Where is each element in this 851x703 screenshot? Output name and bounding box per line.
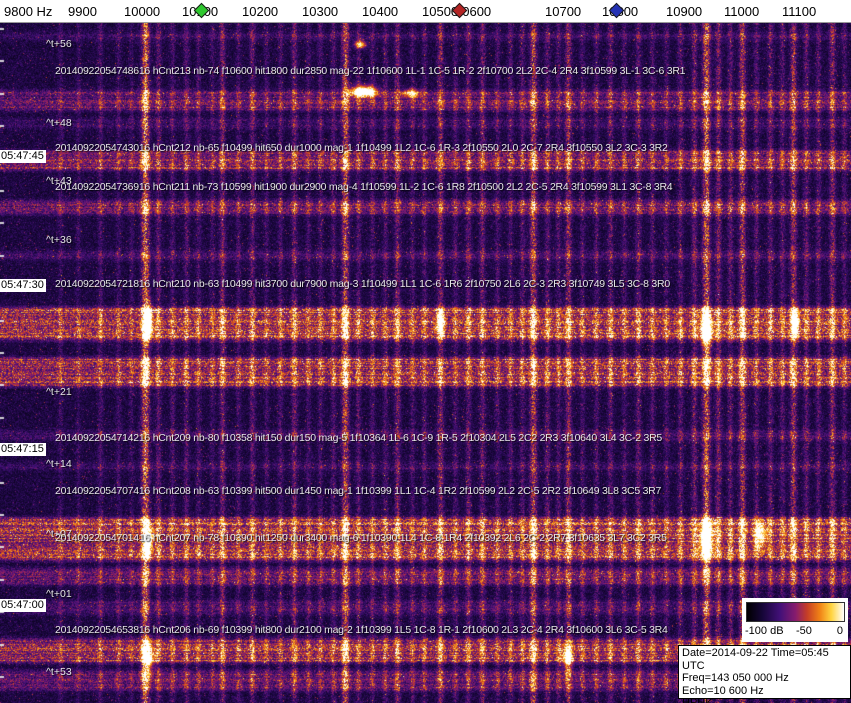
second-mark: ^t+21 (46, 386, 72, 398)
colorbar-min-label: -100 dB (745, 625, 784, 637)
time-label: 05:47:30 (0, 279, 46, 292)
spectrogram-canvas[interactable] (0, 22, 851, 703)
freq-tick-label: 9800 Hz (4, 4, 53, 19)
event-line: 20140922054721816 hCnt210 nb-63 f10499 h… (55, 278, 670, 290)
event-line: 20140922054736916 hCnt211 nb-73 f10599 h… (55, 181, 673, 193)
event-line: 20140922054653816 hCnt206 nb-69 f10399 h… (55, 624, 668, 636)
info-freq-line: Freq=143 050 000 Hz (682, 672, 789, 684)
event-line: 20140922054748616 hCnt213 nb-74 f10600 h… (55, 65, 686, 77)
colorbar-panel: -100 dB -50 0 (742, 598, 848, 642)
time-label: 05:47:15 (0, 443, 46, 456)
second-mark: ^t+36 (46, 234, 72, 246)
second-mark: ^t+53 (46, 666, 72, 678)
second-mark: ^t+01 (46, 588, 72, 600)
colorbar-gradient (746, 602, 845, 622)
freq-tick-label: 11000 (724, 4, 760, 19)
event-line: 20140922054701416 hCnt207 nb-78 f10390 h… (55, 532, 667, 544)
colorbar-labels: -100 dB -50 0 (744, 625, 845, 639)
freq-tick-label: 9900 (68, 4, 97, 19)
time-label: 05:47:00 (0, 599, 46, 612)
freq-tick-label: 10400 (362, 4, 399, 19)
frequency-axis: 9800 Hz 9900 10000 10100 10200 10300 104… (0, 0, 851, 23)
second-mark: ^t+56 (46, 38, 72, 50)
second-mark: ^t+48 (46, 117, 72, 129)
info-date-line: Date=2014-09-22 Time=05:45 UTC (682, 647, 829, 672)
info-station-line: HPHK (682, 697, 713, 703)
spectrogram-app: 9800 Hz 9900 10000 10100 10200 10300 104… (0, 0, 851, 703)
event-line: 20140922054743016 hCnt212 nb-65 f10499 h… (55, 142, 668, 154)
info-echo-line: Echo=10 600 Hz (682, 684, 764, 697)
second-mark: ^t+14 (46, 458, 72, 470)
time-label: 05:47:45 (0, 150, 46, 163)
colorbar-max-label: 0 (836, 625, 843, 637)
freq-tick-label: 10300 (302, 4, 339, 19)
event-line: 20140922054714216 hCnt209 nb-80 f10358 h… (55, 432, 662, 444)
freq-tick-label: 10700 (545, 4, 582, 19)
freq-tick-label: 10000 (124, 4, 161, 19)
event-line: 20140922054707416 hCnt208 nb-63 f10399 h… (55, 485, 662, 497)
colorbar-mid-label: -50 (796, 625, 812, 637)
freq-tick-label: 11100 (782, 4, 817, 19)
info-panel: Date=2014-09-22 Time=05:45 UTC Freq=143 … (678, 645, 851, 703)
freq-tick-label: 10200 (242, 4, 279, 19)
freq-tick-label: 10900 (666, 4, 703, 19)
